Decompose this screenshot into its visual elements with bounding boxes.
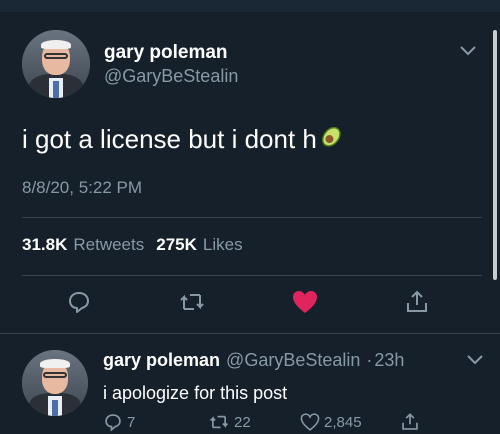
reply-separator: · [366,350,373,370]
reply-count: 7 [127,413,136,431]
avatar[interactable] [22,30,90,98]
retweet-count: 22 [234,413,251,431]
divider [22,275,482,276]
reply-text: i apologize for this post [103,383,288,403]
engagement-stats: 31.8K Retweets 275K Likes [22,235,249,255]
reply-like-button[interactable]: 2,845 [300,412,362,432]
share-icon[interactable] [402,287,432,317]
reply-share-button[interactable] [400,412,420,432]
reply-author-handle[interactable]: @GaryBeStealin [226,350,360,371]
reply-icon[interactable] [64,287,94,317]
avocado-emoji-icon [318,122,346,157]
retweets-count[interactable]: 31.8K [22,235,67,255]
chevron-down-icon[interactable] [458,44,478,62]
tweet-body: i got a license but i dont h [22,124,317,154]
retweets-label[interactable]: Retweets [73,235,144,255]
likes-count[interactable]: 275K [156,235,197,255]
likes-label[interactable]: Likes [203,235,243,255]
reply-time[interactable]: 23h [374,350,404,371]
reply-avatar[interactable] [22,350,88,416]
scrollbar[interactable] [493,30,497,280]
reply-reply-button[interactable]: 7 [103,412,135,432]
top-bar [0,0,500,12]
heart-icon[interactable] [290,287,320,317]
retweet-icon[interactable] [177,287,207,317]
reply-meta: gary poleman @GaryBeStealin · 23h [103,350,404,371]
tweet-text: i got a license but i dont h [22,122,346,157]
author-handle[interactable]: @GaryBeStealin [104,66,238,87]
action-bar [0,287,500,323]
divider [0,333,500,334]
reply-action-bar: 7 22 2,845 [0,412,500,434]
divider [22,217,482,218]
like-count: 2,845 [324,413,362,431]
tweet-timestamp: 8/8/20, 5:22 PM [22,178,143,197]
reply-retweet-button[interactable]: 22 [208,412,251,432]
chevron-down-icon[interactable] [466,352,484,370]
author-name[interactable]: gary poleman [104,42,228,64]
reply-author-name[interactable]: gary poleman [103,350,220,371]
